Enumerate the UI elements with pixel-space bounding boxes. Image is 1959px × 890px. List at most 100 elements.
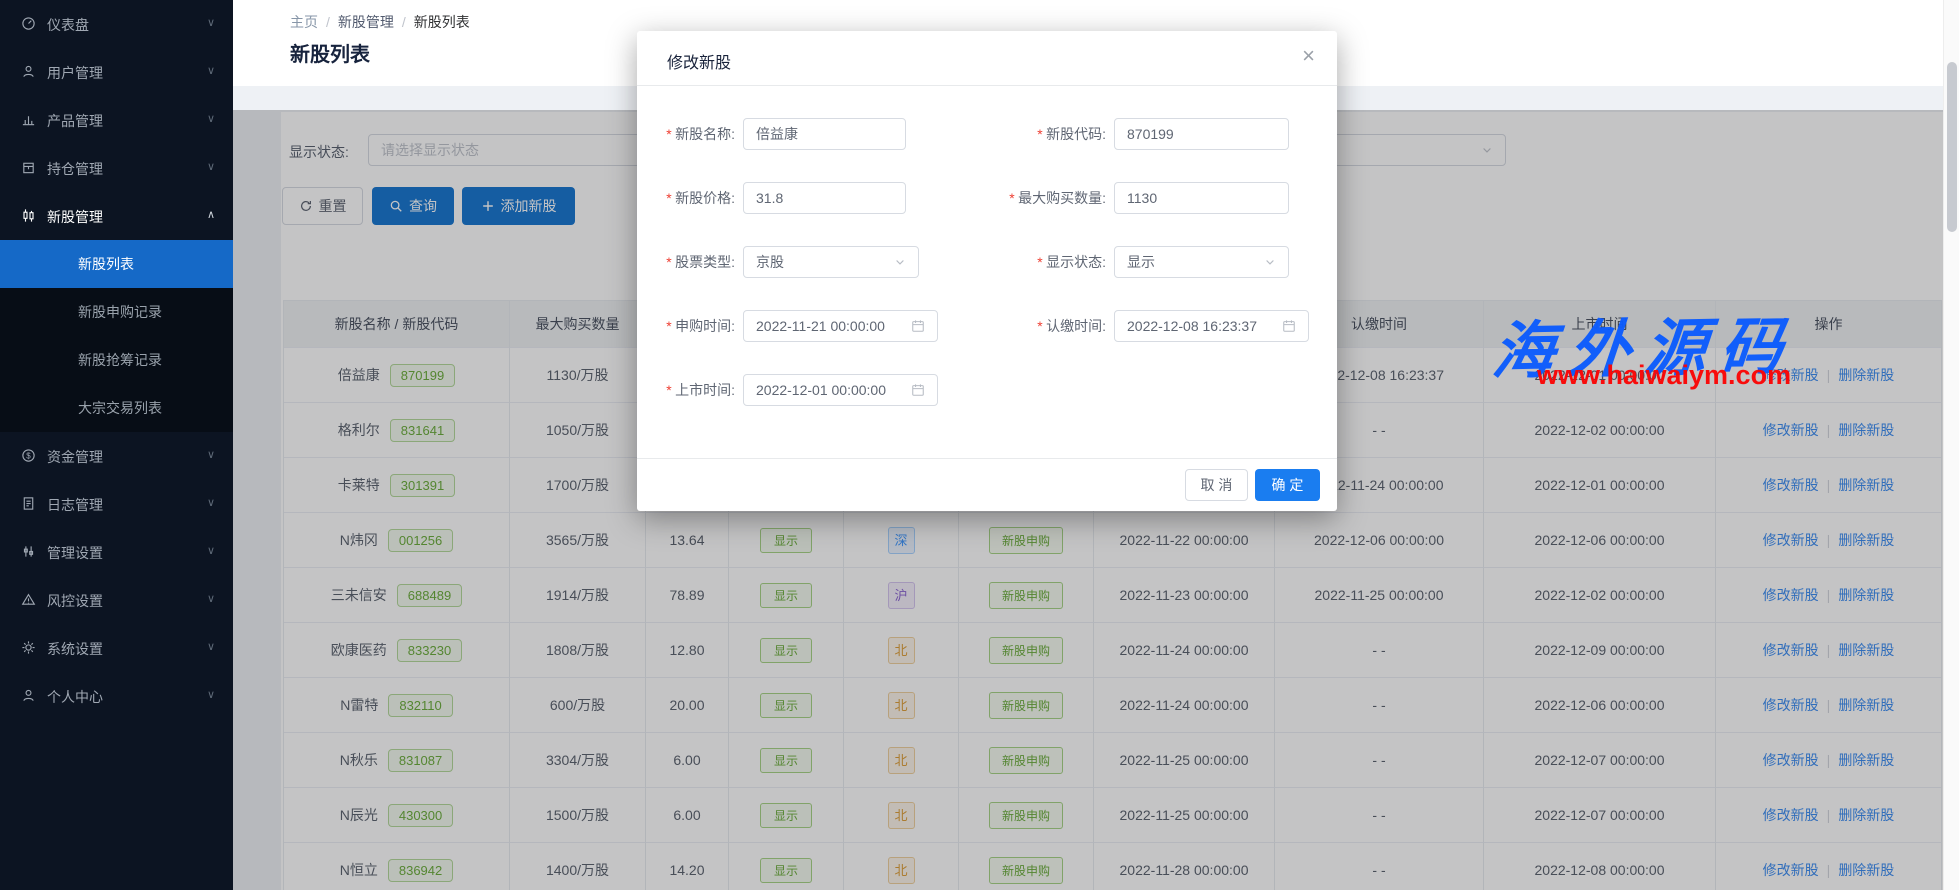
sidebar-subitem-大宗交易列表[interactable]: 大宗交易列表	[0, 384, 233, 432]
calendar-icon	[911, 383, 925, 397]
field-label: *最大购买数量:	[992, 188, 1106, 208]
scrollbar-thumb[interactable]	[1947, 62, 1957, 232]
chevron-down-icon: ∨	[207, 16, 215, 29]
sidebar-item-label: 新股管理	[47, 207, 103, 227]
chevron-down-icon: ∨	[207, 640, 215, 653]
sidebar-item-持仓管理[interactable]: 持仓管理 ∨	[0, 144, 233, 192]
chart-icon	[21, 112, 37, 128]
breadcrumb-item[interactable]: 新股管理	[338, 14, 394, 30]
chevron-down-icon: ∨	[207, 448, 215, 461]
required-asterisk: *	[1037, 126, 1042, 142]
modal-form-row: *新股价格: *最大购买数量:	[637, 182, 1337, 214]
sidebar-item-仪表盘[interactable]: 仪表盘 ∨	[0, 0, 233, 48]
sidebar-item-管理设置[interactable]: 管理设置 ∨	[0, 528, 233, 576]
modal-title: 修改新股	[667, 49, 731, 73]
sidebar: 仪表盘∨用户管理∨产品管理∨持仓管理∨新股管理∧新股列表新股申购记录新股抢筹记录…	[0, 0, 233, 890]
field-label: *显示状态:	[992, 252, 1106, 272]
field-select[interactable]: 京股	[743, 246, 919, 278]
field-input[interactable]	[1114, 182, 1289, 214]
chevron-down-icon: ∨	[207, 544, 215, 557]
sidebar-item-label: 系统设置	[47, 639, 103, 659]
person-icon	[21, 688, 37, 704]
chevron-up-icon: ∧	[207, 208, 215, 221]
chevron-down-icon: ∨	[207, 496, 215, 509]
page-title: 新股列表	[290, 38, 370, 67]
gear-icon	[21, 640, 37, 656]
sidebar-subitem-新股列表[interactable]: 新股列表	[0, 240, 233, 288]
gauge-icon	[21, 16, 37, 32]
sidebar-submenu: 新股列表新股申购记录新股抢筹记录大宗交易列表	[0, 240, 233, 432]
sidebar-subitem-新股申购记录[interactable]: 新股申购记录	[0, 288, 233, 336]
sidebar-item-label: 仪表盘	[47, 15, 89, 35]
sliders-icon	[21, 544, 37, 560]
field-value: 2022-12-08 16:23:37	[1127, 318, 1276, 334]
field-label: *认缴时间:	[992, 316, 1106, 336]
field-label: *申购时间:	[651, 316, 735, 336]
box-icon	[21, 160, 37, 176]
sidebar-item-label: 产品管理	[47, 111, 103, 131]
field-股票类型: *股票类型:京股	[651, 246, 919, 278]
chevron-down-icon	[894, 256, 906, 268]
required-asterisk: *	[666, 126, 671, 142]
modal-footer: 取 消 确 定	[637, 458, 1337, 511]
required-asterisk: *	[1009, 190, 1014, 206]
field-input[interactable]	[743, 118, 906, 150]
warning-icon	[21, 592, 37, 608]
sidebar-item-label: 管理设置	[47, 543, 103, 563]
user-icon	[21, 64, 37, 80]
dollar-icon: $	[21, 448, 37, 464]
breadcrumb-item: 新股列表	[414, 14, 470, 30]
field-datepicker[interactable]: 2022-12-08 16:23:37	[1114, 310, 1309, 342]
log-icon	[21, 496, 37, 512]
modal-form-row: *上市时间: 2022-12-01 00:00:00	[637, 374, 1337, 406]
required-asterisk: *	[666, 190, 671, 206]
field-最大购买数量: *最大购买数量:	[992, 182, 1289, 214]
close-icon[interactable]: ×	[1302, 43, 1315, 69]
field-value: 2022-12-01 00:00:00	[756, 382, 905, 398]
field-select[interactable]: 显示	[1114, 246, 1289, 278]
field-datepicker[interactable]: 2022-11-21 00:00:00	[743, 310, 938, 342]
sidebar-item-资金管理[interactable]: $ 资金管理 ∨	[0, 432, 233, 480]
required-asterisk: *	[666, 254, 671, 270]
sidebar-item-label: 用户管理	[47, 63, 103, 83]
required-asterisk: *	[666, 382, 671, 398]
sidebar-item-label: 日志管理	[47, 495, 103, 515]
breadcrumb-item[interactable]: 主页	[290, 14, 318, 30]
page-scrollbar[interactable]	[1943, 0, 1959, 890]
sidebar-item-label: 持仓管理	[47, 159, 103, 179]
sidebar-item-风控设置[interactable]: 风控设置∨	[0, 576, 233, 624]
modal-header: 修改新股 ×	[637, 31, 1337, 86]
sidebar-item-日志管理[interactable]: 日志管理 ∨	[0, 480, 233, 528]
field-label: *新股代码:	[992, 124, 1106, 144]
confirm-button[interactable]: 确 定	[1255, 469, 1320, 501]
edit-stock-modal: 修改新股 × *新股名称: *新股代码: *新股价格: *最大购买数量: *股票类型:京…	[637, 31, 1337, 511]
sidebar-item-label: 资金管理	[47, 447, 103, 467]
field-申购时间: *申购时间: 2022-11-21 00:00:00	[651, 310, 938, 342]
field-input[interactable]	[1114, 118, 1289, 150]
field-datepicker[interactable]: 2022-12-01 00:00:00	[743, 374, 938, 406]
field-value: 京股	[756, 252, 888, 272]
required-asterisk: *	[1037, 318, 1042, 334]
sidebar-item-label: 个人中心	[47, 687, 103, 707]
chevron-down-icon: ∨	[207, 160, 215, 173]
field-新股名称: *新股名称:	[651, 118, 906, 150]
chevron-down-icon: ∨	[207, 592, 215, 605]
sidebar-item-新股管理[interactable]: 新股管理 ∧	[0, 192, 233, 240]
sidebar-item-用户管理[interactable]: 用户管理 ∨	[0, 48, 233, 96]
field-上市时间: *上市时间: 2022-12-01 00:00:00	[651, 374, 938, 406]
sidebar-item-系统设置[interactable]: 系统设置 ∨	[0, 624, 233, 672]
field-input[interactable]	[743, 182, 906, 214]
sidebar-subitem-新股抢筹记录[interactable]: 新股抢筹记录	[0, 336, 233, 384]
breadcrumb-separator: /	[326, 14, 330, 30]
required-asterisk: *	[1037, 254, 1042, 270]
field-label: *新股价格:	[651, 188, 735, 208]
field-label: *新股名称:	[651, 124, 735, 144]
field-label: *上市时间:	[651, 380, 735, 400]
sidebar-item-产品管理[interactable]: 产品管理∨	[0, 96, 233, 144]
breadcrumb-separator: /	[402, 14, 406, 30]
sidebar-item-个人中心[interactable]: 个人中心∨	[0, 672, 233, 720]
chevron-down-icon: ∨	[207, 64, 215, 77]
calendar-icon	[911, 319, 925, 333]
field-value: 显示	[1127, 252, 1258, 272]
cancel-button[interactable]: 取 消	[1185, 469, 1248, 501]
